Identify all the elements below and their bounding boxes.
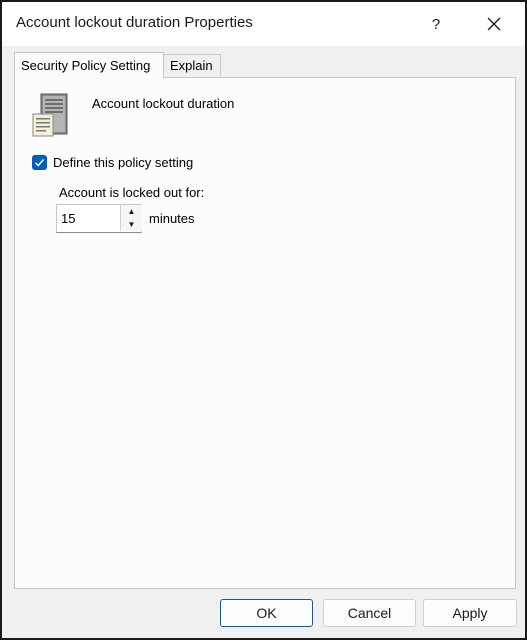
help-button[interactable]: ?: [414, 8, 458, 40]
duration-unit-label: minutes: [149, 211, 195, 226]
apply-button[interactable]: Apply: [423, 599, 517, 627]
duration-spinbox: ▲ ▼: [56, 204, 142, 233]
policy-name: Account lockout duration: [92, 96, 235, 111]
triangle-up-icon: ▲: [127, 207, 136, 216]
locked-out-label: Account is locked out for:: [59, 185, 205, 200]
properties-dialog: Account lockout duration Properties ? Se…: [0, 0, 527, 640]
title-bar: Account lockout duration Properties ?: [2, 2, 525, 46]
tab-explain[interactable]: Explain: [163, 54, 221, 76]
close-button[interactable]: [472, 8, 516, 40]
checkmark-icon: [34, 159, 45, 167]
ok-button[interactable]: OK: [220, 599, 313, 627]
define-policy-label[interactable]: Define this policy setting: [53, 155, 193, 170]
server-policy-icon: [32, 93, 68, 137]
tab-strip: Security Policy Setting Explain: [14, 52, 516, 78]
close-icon: [487, 17, 501, 31]
security-policy-panel: Account lockout duration Define this pol…: [14, 77, 516, 589]
spin-up-button[interactable]: ▲: [120, 205, 142, 219]
window-title: Account lockout duration Properties: [16, 14, 253, 31]
duration-input[interactable]: [57, 205, 119, 232]
triangle-down-icon: ▼: [127, 220, 136, 229]
cancel-button[interactable]: Cancel: [323, 599, 416, 627]
tab-security-policy-setting[interactable]: Security Policy Setting: [14, 52, 164, 78]
define-policy-checkbox[interactable]: [32, 155, 47, 170]
spin-down-button[interactable]: ▼: [120, 218, 142, 231]
